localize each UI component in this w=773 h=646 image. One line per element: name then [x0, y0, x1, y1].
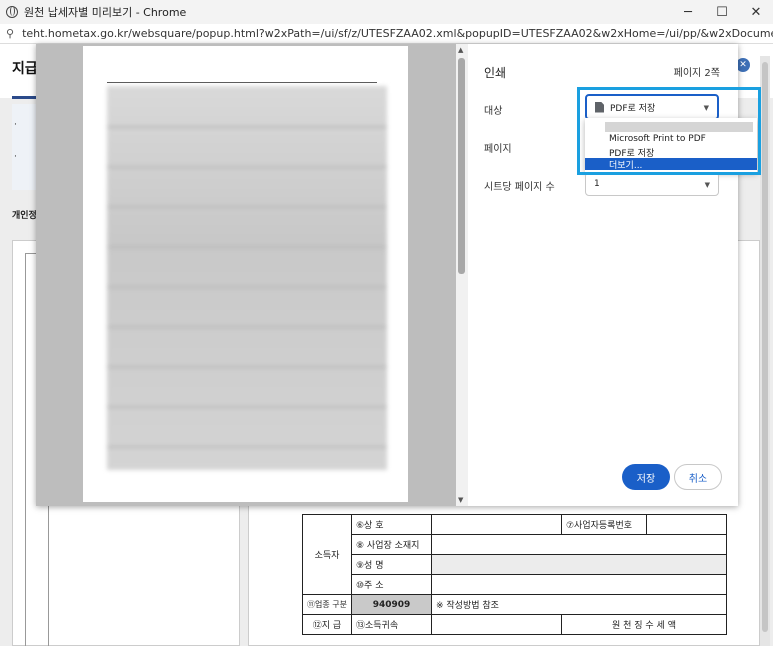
window-title: 원천 납세자별 미리보기 - Chrome	[24, 6, 187, 19]
form-label-company: ⑥상 호	[350, 514, 432, 535]
form-label-withholding-tax: 원 천 징 수 세 액	[560, 614, 727, 635]
preview-topline	[107, 82, 377, 83]
preview-scrollbar-thumb[interactable]	[458, 58, 465, 274]
maximize-button[interactable]: ☐	[705, 0, 739, 24]
highlight-box	[577, 87, 761, 175]
industry-code: 940909	[350, 594, 432, 615]
section-label: 개인정	[12, 211, 37, 221]
tune-icon[interactable]: ⚲	[6, 27, 14, 40]
close-circle-icon[interactable]: ✕	[736, 58, 750, 72]
pages-per-sheet-value: 1	[594, 179, 600, 189]
destination-label: 대상	[484, 106, 503, 117]
globe-icon	[6, 6, 18, 18]
page-scrollbar-thumb[interactable]	[762, 62, 768, 632]
form-label-address: ⑩주 소	[350, 574, 432, 595]
scroll-up-icon[interactable]: ▲	[458, 46, 463, 54]
recipient-group-label: 소득자	[302, 514, 352, 595]
preview-scrollbar[interactable]: ▲ ▼	[456, 44, 468, 506]
pages-per-sheet-select[interactable]: 1 ▼	[585, 172, 719, 196]
form-value-name	[430, 554, 727, 575]
withholding-form-table: 소득자 ⑥상 호 ⑦사업자등록번호 ⑧ 사업장 소재지 ⑨성 명 ⑩주 소 ⑪업…	[302, 514, 727, 635]
form-label-address-biz: ⑧ 사업장 소재지	[350, 534, 432, 555]
info-box: · ·	[12, 104, 36, 190]
minimize-button[interactable]: ─	[671, 0, 705, 24]
title-underline	[12, 96, 38, 99]
form-label-bizno: ⑦사업자등록번호	[560, 514, 647, 535]
address-bar[interactable]: ⚲ teht.hometax.go.kr/websquare/popup.htm…	[0, 24, 773, 44]
chevron-down-icon: ▼	[704, 181, 710, 189]
window-titlebar: 원천 납세자별 미리보기 - Chrome ─ ☐ ✕	[0, 0, 773, 24]
close-button[interactable]: ✕	[739, 0, 773, 24]
save-button[interactable]: 저장	[622, 464, 670, 490]
form-value-address	[430, 574, 727, 595]
info-bullet: ·	[14, 120, 17, 130]
form-label-income-attribution: ⑬소득귀속	[350, 614, 432, 635]
form-value-bizno	[645, 514, 727, 535]
form-label-payment: ⑫지 급	[302, 614, 352, 635]
form-value-address-biz	[430, 534, 727, 555]
form-label-industry: ⑪업종 구분	[302, 594, 352, 615]
industry-note: ※ 작성방법 참조	[430, 594, 727, 615]
print-title: 인쇄	[484, 66, 507, 80]
print-preview-area: ▲ ▼	[36, 44, 468, 506]
page-title: 지급	[12, 61, 38, 77]
page-scrollbar[interactable]	[760, 56, 770, 646]
cancel-button[interactable]: 취소	[674, 464, 722, 490]
url-text[interactable]: teht.hometax.go.kr/websquare/popup.html?…	[22, 27, 773, 40]
preview-blurred-content	[107, 86, 387, 470]
window-controls: ─ ☐ ✕	[671, 0, 773, 24]
print-preview-page	[83, 46, 408, 502]
pages-per-sheet-label: 시트당 페이지 수	[484, 182, 555, 193]
info-bullet: ·	[14, 152, 17, 162]
form-value-company	[430, 514, 562, 535]
page-count: 페이지 2쪽	[673, 68, 720, 79]
form-label-name: ⑨성 명	[350, 554, 432, 575]
scroll-down-icon[interactable]: ▼	[458, 496, 463, 504]
pages-label: 페이지	[484, 144, 512, 155]
form-cell-blank	[430, 614, 562, 635]
